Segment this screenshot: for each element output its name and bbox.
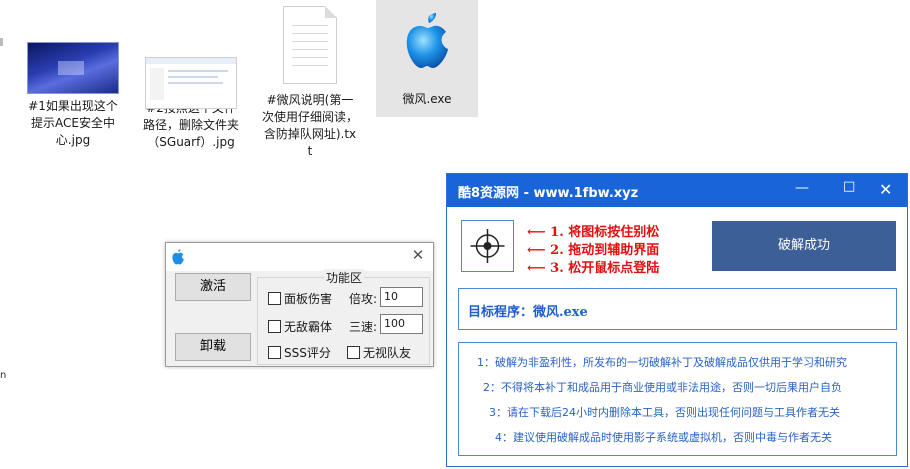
disclaimer-line: 1：破解为非盈利性，所发布的一切破解补丁及破解成品仅供用于学习和研究 <box>477 356 847 369</box>
checkbox-label: 无视队友 <box>363 346 412 360</box>
desktop-file-ace-jpg[interactable]: #1如果出现这个提示ACE安全中心.jpg <box>23 42 123 149</box>
multiplier-label: 倍攻: <box>349 292 378 306</box>
apple-logo-icon <box>406 13 448 68</box>
maximize-icon[interactable]: □ <box>843 179 855 194</box>
checkbox-label: 面板伤害 <box>284 292 333 306</box>
crack-tool-window: 酷8资源网 - www.1fbw.xyz — □ ✕ ⟵ 1. 将图标按住别松 … <box>446 173 908 467</box>
checkbox-box[interactable] <box>347 346 360 359</box>
folder-screenshot-thumbnail <box>145 57 237 109</box>
desktop-file-readme-txt[interactable]: #微风说明(第一次使用仔细阅读，含防掉队网址).txt <box>260 6 360 160</box>
file-name: #微风说明(第一次使用仔细阅读，含防掉队网址).txt <box>262 93 359 158</box>
checkbox-label: 无敌霸体 <box>284 320 333 334</box>
apple-logo-icon <box>172 249 184 265</box>
ace-screenshot-thumbnail <box>27 42 119 94</box>
window-titlebar[interactable]: 酷8资源网 - www.1fbw.xyz — □ ✕ <box>447 174 907 207</box>
red-arrow-icon: ⟵ <box>527 261 551 276</box>
speed-label: 三速: <box>349 320 378 334</box>
target-program-panel: 目标程序：微风.exe <box>458 288 897 330</box>
file-name: #1如果出现这个提示ACE安全中心.jpg <box>28 99 118 147</box>
crack-success-button[interactable]: 破解成功 <box>712 221 896 271</box>
red-arrow-icon: ⟵ <box>527 225 551 240</box>
text-document-icon <box>283 6 337 84</box>
speed-input[interactable]: 100 <box>380 314 423 334</box>
desktop-file-path-jpg[interactable]: #2按照这个文件路径，删除文件夹（SGuarf）.jpg <box>141 57 241 151</box>
disclaimer-line: 4：建议使用破解成品时使用影子系统或虚拟机，否则中毒与作者无关 <box>495 431 832 444</box>
desktop-file-exe[interactable]: 微风.exe <box>376 0 478 117</box>
checkbox-box[interactable] <box>268 320 281 333</box>
uninstall-button[interactable]: 卸载 <box>175 333 251 361</box>
crosshair-icon[interactable] <box>462 221 513 271</box>
checkbox-box[interactable] <box>268 292 281 305</box>
checkbox-box[interactable] <box>268 346 281 359</box>
disclaimer-line: 2：不得将本补丁和成品用于商业使用或非法用途，否则一切后果用户自负 <box>483 381 842 394</box>
edge-text-fragment: n <box>0 370 7 381</box>
group-title: 功能区 <box>324 269 365 286</box>
close-icon[interactable]: ✕ <box>411 248 425 263</box>
activate-button[interactable]: 激活 <box>175 273 251 301</box>
trainer-dialog: ✕ 激活 卸载 功能区 面板伤害 倍攻: 10 无敌霸体 三速: 100 SSS… <box>165 242 434 367</box>
target-program-label: 目标程序：微风.exe <box>468 305 588 320</box>
invincible-checkbox[interactable]: 无敌霸体 <box>268 318 332 335</box>
window-title: 酷8资源网 - www.1fbw.xyz <box>458 186 639 201</box>
disclaimer-panel: 1：破解为非盈利性，所发布的一切破解补丁及破解成品仅供用于学习和研究 2：不得将… <box>458 342 897 456</box>
file-name: 微风.exe <box>402 92 452 106</box>
multiplier-input[interactable]: 10 <box>380 287 423 307</box>
panel-damage-checkbox[interactable]: 面板伤害 <box>268 290 332 307</box>
dialog-titlebar[interactable]: ✕ <box>166 243 433 271</box>
drag-target-crosshair[interactable] <box>461 220 514 272</box>
sss-rating-checkbox[interactable]: SSS评分 <box>268 344 331 361</box>
checkbox-label: SSS评分 <box>284 346 331 360</box>
step-item: ⟵ 2. 拖动到辅助界面 <box>527 243 660 258</box>
step-item: ⟵ 1. 将图标按住别松 <box>527 225 660 240</box>
disclaimer-line: 3：请在下载后24小时内删除本工具，否则出现任何问题与工具作者无关 <box>489 406 840 419</box>
window-edge-fragment <box>0 38 3 46</box>
instruction-steps: ⟵ 1. 将图标按住别松 ⟵ 2. 拖动到辅助界面 ⟵ 3. 松开鼠标点登陆 <box>527 224 659 278</box>
red-arrow-icon: ⟵ <box>527 243 551 258</box>
step-item: ⟵ 3. 松开鼠标点登陆 <box>527 261 660 276</box>
close-icon[interactable]: ✕ <box>879 180 892 199</box>
minimize-icon[interactable]: — <box>795 180 809 196</box>
ignore-team-checkbox[interactable]: 无视队友 <box>347 344 411 361</box>
